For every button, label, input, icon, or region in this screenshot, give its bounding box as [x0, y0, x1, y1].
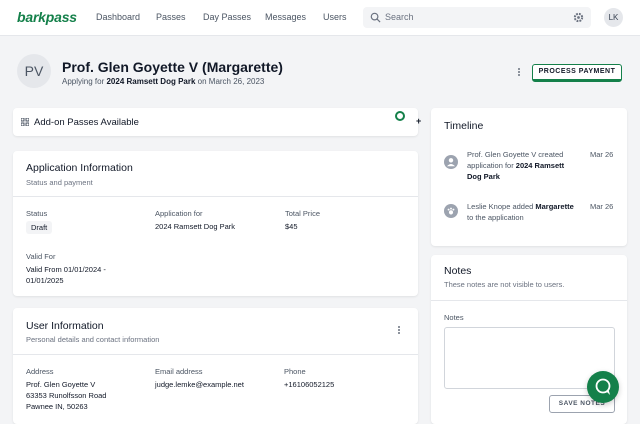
user-more-options-icon[interactable] [396, 325, 402, 337]
total-price-value: $45 [285, 222, 298, 231]
timeline-event-1-line3: Dog Park [467, 172, 500, 181]
status-badge: Draft [26, 221, 53, 234]
grid-icon [21, 118, 29, 126]
divider [13, 196, 418, 197]
top-nav: barkpass Dashboard Passes Day Passes Mes… [0, 0, 640, 36]
search-icon [370, 12, 381, 23]
timeline-event-2-line1-prefix: Leslie Knope added [467, 202, 536, 211]
address-line-1: Prof. Glen Goyette V [26, 380, 96, 389]
application-subtitle: Applying for 2024 Ramsett Dog Park on Ma… [62, 77, 264, 86]
timeline-event-1-line2-prefix: application for [467, 161, 516, 170]
applying-prefix: Applying for [62, 77, 105, 86]
application-info-subtitle: Status and payment [26, 178, 93, 187]
gear-icon[interactable] [573, 12, 584, 23]
timeline-event-1-date: Mar 26 [590, 150, 614, 159]
page-header: PV Prof. Glen Goyette V (Margarette) App… [0, 37, 640, 103]
user-info-subtitle: Personal details and contact information [26, 335, 160, 344]
divider [431, 300, 627, 301]
valid-for-label: Valid For [26, 252, 56, 261]
phone-value: +16106052125 [284, 380, 335, 389]
timeline-title: Timeline [444, 120, 484, 132]
addon-label: Add-on Passes Available [34, 117, 139, 128]
address-line-3: Pawnee IN, 50263 [26, 402, 88, 411]
application-for-value: 2024 Ramsett Dog Park [155, 222, 236, 231]
user-info-title: User Information [26, 320, 104, 332]
chat-launcher-button[interactable] [587, 371, 619, 403]
applicant-avatar: PV [17, 54, 51, 88]
nav-link-messages[interactable]: Messages [265, 12, 306, 22]
timeline-card: Timeline Prof. Glen Goyette V created ap… [431, 108, 627, 246]
page-title: Prof. Glen Goyette V (Margarette) [62, 59, 283, 75]
email-label: Email address [155, 367, 203, 376]
user-icon [444, 155, 458, 169]
nav-link-day-passes[interactable]: Day Passes [203, 12, 251, 22]
valid-for-line1: Valid From 01/01/2024 - [26, 265, 106, 274]
email-value: judge.lemke@example.net [155, 380, 244, 389]
notes-subtitle: These notes are not visible to users. [444, 280, 565, 289]
search-placeholder: Search [385, 12, 414, 22]
timeline-event-2-line1-bold: Margarette [535, 202, 574, 211]
more-options-icon[interactable] [514, 67, 524, 79]
total-price-label: Total Price [285, 209, 321, 218]
loading-ring-icon [395, 111, 405, 121]
application-info-title: Application Information [26, 162, 133, 174]
divider [13, 354, 418, 355]
status-label: Status [26, 209, 48, 218]
nav-link-dashboard[interactable]: Dashboard [96, 12, 140, 22]
chat-bubble-icon [595, 378, 611, 395]
nav-link-passes[interactable]: Passes [156, 12, 186, 22]
brand-logo[interactable]: barkpass [17, 9, 77, 25]
address-line-2: 63353 Runolfsson Road [26, 391, 107, 400]
user-menu-avatar[interactable]: LK [604, 8, 623, 27]
timeline-event-2-line2: to the application [467, 213, 524, 222]
notes-title: Notes [444, 265, 472, 277]
address-label: Address [26, 367, 54, 376]
timeline-event-1: Prof. Glen Goyette V created application… [467, 149, 564, 182]
timeline-event-1-line2-bold: 2024 Ramsett [515, 161, 565, 170]
addon-passes-card[interactable]: Add-on Passes Available + [13, 108, 421, 136]
applying-park: 2024 Ramsett Dog Park [106, 77, 196, 86]
search-input[interactable]: Search [363, 7, 591, 28]
process-payment-button[interactable]: PROCESS PAYMENT [532, 64, 622, 82]
application-info-card: Application Information Status and payme… [13, 151, 418, 296]
phone-label: Phone [284, 367, 306, 376]
timeline-event-2: Leslie Knope added Margarette to the app… [467, 201, 574, 223]
timeline-event-2-date: Mar 26 [590, 202, 614, 211]
add-addon-button[interactable]: + [416, 116, 421, 126]
application-for-label: Application for [155, 209, 203, 218]
valid-for-line2: 01/01/2025 [26, 276, 64, 285]
timeline-event-1-line1: Prof. Glen Goyette V created [467, 150, 564, 159]
paw-icon [444, 204, 458, 218]
applying-date: on March 26, 2023 [197, 77, 265, 86]
notes-field-label: Notes [444, 313, 464, 322]
user-info-card: User Information Personal details and co… [13, 308, 418, 424]
nav-link-users[interactable]: Users [323, 12, 347, 22]
